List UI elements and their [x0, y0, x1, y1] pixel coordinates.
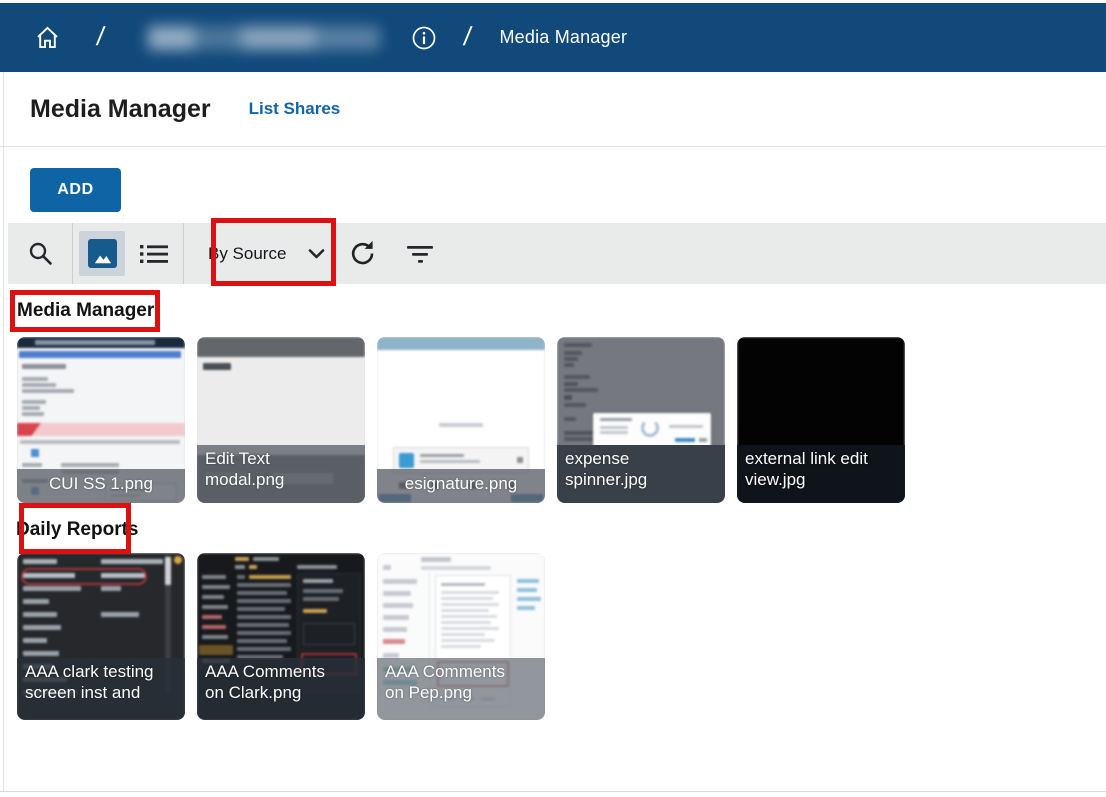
- media-caption: Edit Text modal.png: [197, 445, 365, 503]
- toolbar-divider: [183, 223, 184, 284]
- media-tile-expense-spinner[interactable]: expense spinner.jpg: [557, 337, 725, 503]
- section-label-daily-reports: Daily Reports: [16, 519, 139, 540]
- refresh-icon[interactable]: [349, 240, 376, 267]
- search-icon[interactable]: [8, 240, 72, 267]
- group-by-value: By Source: [208, 243, 287, 263]
- add-row: ADD: [0, 148, 1106, 223]
- media-tile-edit-text-modal[interactable]: Edit Text modal.png: [197, 337, 365, 503]
- list-view-icon: [139, 242, 169, 266]
- media-caption: esignature.png: [377, 469, 545, 503]
- breadcrumb-current-page: Media Manager: [499, 27, 628, 47]
- add-button[interactable]: ADD: [30, 168, 121, 212]
- breadcrumb-redacted-item[interactable]: [148, 25, 381, 50]
- media-caption: CUI SS 1.png: [17, 469, 185, 503]
- list-shares-link[interactable]: List Shares: [249, 99, 341, 119]
- media-caption: expense spinner.jpg: [557, 445, 725, 503]
- list-view-toggle[interactable]: [125, 242, 183, 266]
- left-border-line: [3, 72, 4, 791]
- chevron-down-icon: [308, 248, 325, 260]
- page-title: Media Manager: [30, 94, 211, 123]
- home-icon[interactable]: [34, 24, 61, 51]
- media-tile-esignature[interactable]: esignature.png: [377, 337, 545, 503]
- media-caption: AAA Comments on Pep.png: [377, 658, 545, 720]
- breadcrumb-separator: /: [462, 21, 474, 51]
- media-caption: AAA Comments on Clark.png: [197, 658, 365, 720]
- media-toolbar: By Source: [8, 223, 1106, 284]
- breadcrumb-separator: /: [94, 21, 107, 51]
- app-header: / / Media Manager: [0, 3, 1106, 72]
- title-row: Media Manager List Shares: [0, 72, 1106, 147]
- view-toggle-group: [73, 223, 183, 284]
- media-tile-aaa-clark-testing[interactable]: AAA clark testing screen inst and: [17, 553, 185, 720]
- by-source-dropdown[interactable]: By Source: [208, 244, 325, 264]
- media-tile-aaa-comments-on-clark[interactable]: AAA Comments on Clark.png: [197, 553, 365, 720]
- gallery-view-toggle[interactable]: [79, 231, 125, 276]
- media-manager-screen: / / Media Manager Media Manager List Sha…: [0, 0, 1106, 797]
- media-caption: external link edit view.jpg: [737, 445, 905, 503]
- media-caption: AAA clark testing screen inst and: [17, 658, 185, 720]
- filter-icon[interactable]: [406, 244, 434, 264]
- info-icon[interactable]: [410, 24, 438, 52]
- gallery-view-icon: [87, 239, 117, 268]
- media-tile-aaa-comments-on-pep[interactable]: AAA Comments on Pep.png: [377, 553, 545, 720]
- bottom-border-line: [0, 791, 1106, 792]
- media-tile-external-link-edit-view[interactable]: external link edit view.jpg: [737, 337, 905, 503]
- section-label-media-manager: Media Manager: [17, 300, 155, 321]
- media-tile-cui-ss-1[interactable]: CUI SS 1.png: [17, 337, 185, 503]
